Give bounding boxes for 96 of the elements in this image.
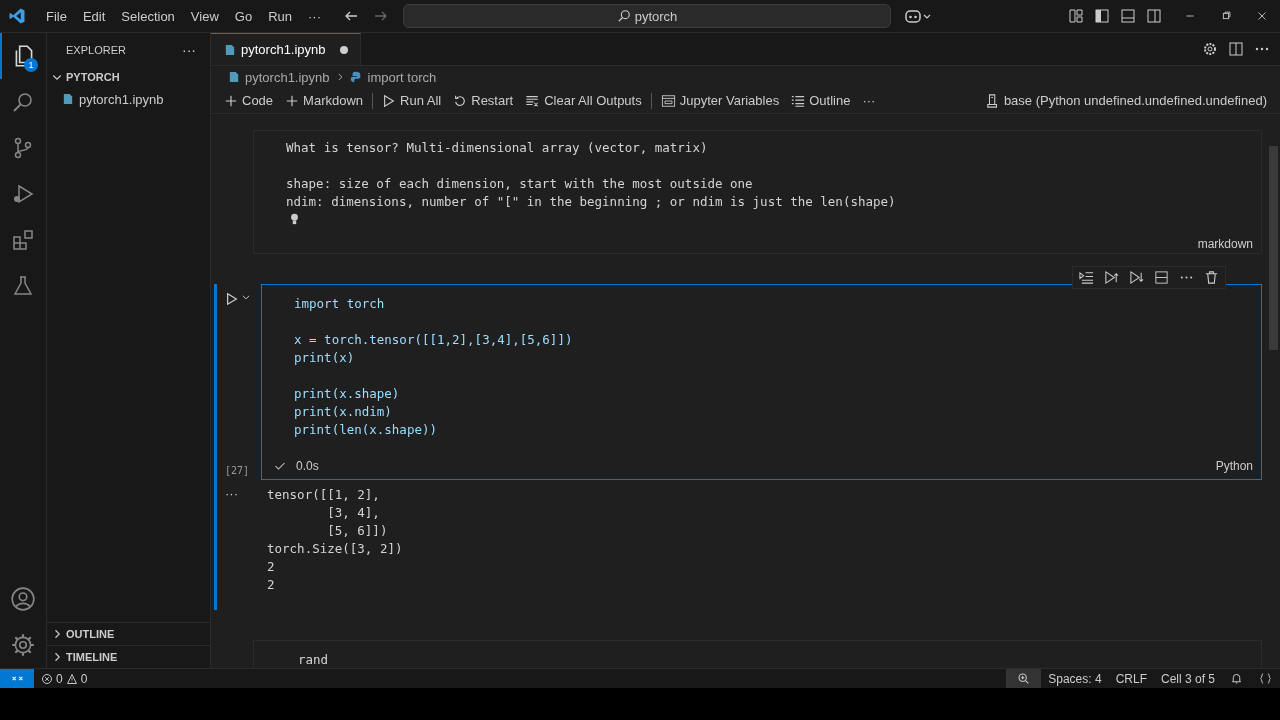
toolbar-button[interactable]: Jupyter Variables	[655, 91, 785, 110]
python-icon	[349, 71, 362, 83]
explorer-entry[interactable]: pytorch1.ipynb	[47, 88, 210, 110]
output-line: tensor([[1, 2],	[267, 486, 381, 504]
more-button[interactable]: ···	[857, 91, 881, 110]
toolbar-button[interactable]: Code	[219, 91, 279, 110]
zoom-icon	[1017, 672, 1031, 685]
menu-item[interactable]: ···	[300, 8, 329, 24]
run-debug-icon[interactable]	[11, 182, 35, 206]
output-more-button[interactable]: ···	[217, 486, 267, 594]
variables-icon	[660, 93, 676, 108]
code-cell[interactable]: import torch x = torch.tensor([[1,2],[3,4],[5,6]]) print(x) print(x.shape) print(x.ndim) print(len(x.shape)) 0.0s Python	[261, 284, 1262, 480]
status-item[interactable]: CRLF	[1108, 671, 1154, 686]
output-line: [3, 4],	[326, 504, 381, 522]
settings-icon[interactable]	[1202, 41, 1218, 57]
code-line: x = torch.tensor([[1,2],[3,4],[5,6]])	[294, 331, 574, 349]
toolbar-button[interactable]: Restart	[448, 91, 519, 110]
breadcrumb-item[interactable]: pytorch1.ipynb	[229, 69, 330, 85]
run-above-icon[interactable]	[1079, 270, 1094, 285]
code-line: print(x)	[294, 349, 356, 367]
app-logo-icon[interactable]	[8, 7, 26, 25]
warning-icon	[65, 672, 78, 685]
error-icon	[41, 672, 53, 685]
problems-button[interactable]: 0 0	[34, 671, 95, 686]
restart-icon	[453, 93, 468, 108]
run-up-icon[interactable]	[1104, 270, 1119, 285]
notebook-icon	[63, 93, 73, 105]
sidebar-title: EXPLORER	[66, 43, 126, 56]
secondary-sidebar-icon[interactable]	[1146, 8, 1162, 24]
clear-list-icon	[525, 93, 541, 108]
cell-language-label[interactable]: Python	[1215, 459, 1253, 473]
menu-item[interactable]: View	[182, 8, 227, 24]
run-down-icon[interactable]	[1129, 270, 1144, 285]
braces-icon[interactable]	[1259, 672, 1272, 685]
output-line: [5, 6]])	[326, 522, 389, 540]
toolbar-button[interactable]: Markdown	[280, 91, 369, 110]
markdown-line: What is tensor? Multi-dimensional array (vector, matrix)	[286, 139, 709, 157]
account-icon[interactable]	[10, 586, 36, 612]
copilot-icon[interactable]	[903, 8, 933, 24]
folder-header[interactable]: PYTORCH	[47, 66, 210, 88]
delete-icon[interactable]	[1204, 270, 1219, 285]
menu-item[interactable]: Go	[226, 8, 261, 24]
search-icon	[616, 9, 631, 23]
bell-icon[interactable]	[1230, 672, 1243, 685]
toolbar-button[interactable]: Run All	[377, 91, 447, 110]
status-item[interactable]: Spaces: 4	[1041, 671, 1109, 686]
menu-item[interactable]: Edit	[74, 8, 114, 24]
unsaved-dot[interactable]	[339, 45, 348, 54]
panel-toggle-icon[interactable]	[1120, 8, 1136, 24]
sidebar-toggle-icon[interactable]	[1094, 8, 1110, 24]
output-line: 2	[267, 558, 276, 576]
menu-item[interactable]: Selection	[113, 8, 183, 24]
settings-icon[interactable]	[10, 632, 36, 658]
execution-count: [27]	[225, 465, 250, 476]
notification-badge: 1	[24, 58, 38, 72]
menu-item[interactable]: Run	[260, 8, 300, 24]
zoom-button[interactable]	[1006, 669, 1042, 688]
scrollbar-thumb[interactable]	[1269, 146, 1278, 350]
flask-icon[interactable]	[11, 274, 35, 298]
output-line: torch.Size([3, 2])	[267, 540, 403, 558]
output-line: 2	[267, 576, 276, 594]
section-header[interactable]: OUTLINE	[47, 622, 210, 645]
more-actions-button[interactable]: ···	[182, 41, 196, 58]
status-item[interactable]: Cell 3 of 5	[1153, 671, 1222, 686]
command-center-search[interactable]: pytorch	[403, 4, 891, 28]
plus-icon	[285, 93, 300, 108]
code-line: import torch	[294, 295, 386, 313]
markdown-line: ndim: dimensions, number of "[" in the beginning ; or ndim is just the len(shape)	[286, 193, 897, 211]
kernel-picker[interactable]: base (Python undefined.undefined.undefined)	[980, 90, 1272, 111]
toolbar-button[interactable]: Clear All Outputs	[520, 91, 647, 110]
run-cell-icon[interactable]	[225, 292, 239, 306]
markdown-line: shape: size of each dimension, start with the most outside one	[286, 175, 754, 193]
toolbar-button[interactable]: Outline	[786, 91, 856, 110]
cell-language-label[interactable]: markdown	[1189, 225, 1261, 253]
chevron-icon[interactable]	[241, 292, 251, 302]
notebook-icon	[229, 71, 239, 83]
lightbulb-icon[interactable]	[290, 213, 299, 225]
code-line: print(len(x.shape))	[294, 421, 438, 439]
breadcrumb-item[interactable]: import torch	[349, 69, 437, 85]
editor-tab[interactable]: pytorch1.ipynb	[211, 33, 361, 65]
split-editor-icon[interactable]	[1228, 41, 1244, 57]
play-icon	[382, 93, 397, 108]
plus-icon	[224, 93, 238, 108]
extensions-icon[interactable]	[11, 228, 35, 252]
notebook-icon	[225, 43, 235, 56]
code-line: print(x.ndim)	[294, 403, 393, 421]
execution-time: 0.0s	[296, 459, 319, 473]
kernel-icon	[985, 92, 1000, 109]
menu-item[interactable]: File	[38, 8, 75, 24]
layout-icon[interactable]	[1068, 8, 1084, 24]
code-line: print(x.shape)	[294, 385, 401, 403]
search-icon[interactable]	[11, 90, 35, 114]
split-cell-icon[interactable]	[1154, 270, 1169, 285]
markdown-cell[interactable]	[253, 130, 1262, 254]
markdown-line: rand	[298, 651, 330, 668]
list-icon	[791, 93, 806, 108]
